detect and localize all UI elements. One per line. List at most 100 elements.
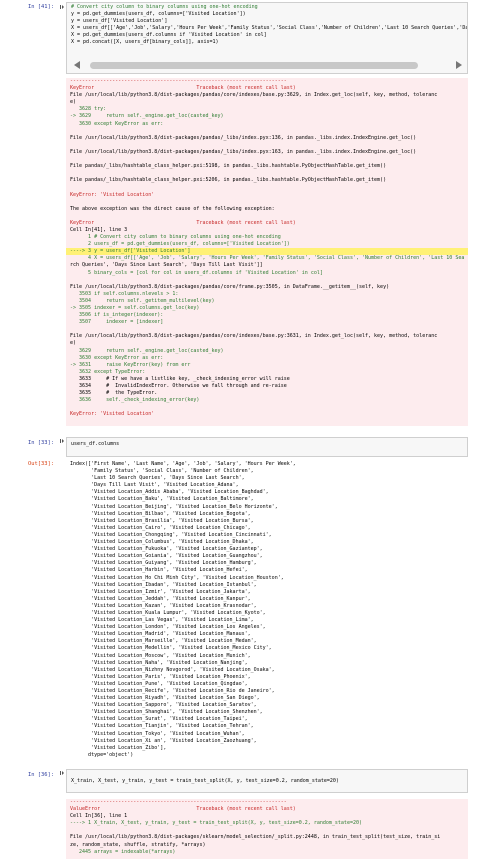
cell-prompt: Out[33]: <box>28 461 54 467</box>
output-line: 'Family Status', 'Social Class', 'Number… <box>70 468 254 475</box>
error-line: 3503 if self.columns.nlevels > 1: <box>70 290 179 297</box>
scroll-left-icon[interactable] <box>74 61 80 69</box>
output-line: 'Visited Location_Las Vegas', 'Visited L… <box>70 617 254 624</box>
error-line: 3634 # InvalidIndexError. Otherwise we f… <box>70 383 287 390</box>
error-line: KeyError: 'Visited Location' <box>70 411 155 418</box>
error-line <box>66 199 468 206</box>
output-line: 'Visited Location_Paris', 'Visited Locat… <box>70 673 251 680</box>
output-line: 'Visited Location_Columbus', 'Visited Lo… <box>70 539 254 546</box>
error-line: Cell In[41], line 3 <box>70 226 128 233</box>
output-line: 'Visited Location_Sapporo', 'Visited Loc… <box>70 702 257 709</box>
error-line <box>66 326 468 333</box>
error-line: -> 3629 return self._engine.get_loc(cast… <box>70 113 224 120</box>
error-line: 3633 # If we have a listlike key, _check… <box>70 375 290 382</box>
error-line <box>66 827 468 834</box>
error-line: rch Queries', 'Days Since Last Search', … <box>70 262 263 269</box>
error-line: KeyError Traceback (most recent call las… <box>70 85 296 92</box>
run-marker-icon[interactable] <box>60 4 64 10</box>
error-line <box>66 142 468 149</box>
error-line: 3632 except TypeError: <box>70 368 146 375</box>
output-line: 'Visited Location_Nizhny Novgorod', 'Vis… <box>70 666 275 673</box>
error-line: 3635 # the TypeError. <box>70 390 158 397</box>
error-line: File /usr/local/lib/python3.8/dist-packa… <box>70 92 438 99</box>
cell-prompt: In [36]: <box>28 772 54 778</box>
output-line: 'Visited Location_Tokyo', 'Visited Locat… <box>70 730 245 737</box>
error-line: KeyError Traceback (most recent call las… <box>70 219 296 226</box>
horizontal-scrollbar[interactable] <box>72 61 466 70</box>
error-line: ----------------------------------------… <box>70 799 287 805</box>
error-line: 3630 except KeyError as err: <box>70 120 164 127</box>
error-line: File /usr/local/lib/python3.8/dist-packa… <box>70 333 438 340</box>
code-line: users_df.columns <box>71 441 120 447</box>
error-line: 3628 try: <box>70 106 107 113</box>
error-line: The above exception was the direct cause… <box>70 205 275 212</box>
error-line: 4 X = users_df[['Age', 'Job', 'Salary', … <box>70 255 465 262</box>
scroll-thumb[interactable] <box>90 62 418 69</box>
output-line: 'Visited Location_Fukuoka', 'Visited Loc… <box>70 546 263 553</box>
output-line: dtype='object') <box>70 751 134 758</box>
output-line: 'Visited Location_Xi an', 'Visited Locat… <box>70 737 257 744</box>
error-line: 3629 return self._engine.get_loc(casted_… <box>70 347 224 354</box>
error-line: -> 3505 indexer = self.columns.get_loc(k… <box>70 305 200 311</box>
output-line: 'Visited Location_Beijing', 'Visited Loc… <box>70 503 278 510</box>
error-line: File /usr/local/lib/python3.8/dist-packa… <box>70 834 441 841</box>
cell-output: Index(['First Name', 'Last Name', 'Age',… <box>66 461 468 761</box>
error-output: ----------------------------------------… <box>66 799 468 859</box>
output-line: 'Visited Location_Guiyang', 'Visited Loc… <box>70 560 257 567</box>
cell-prompt: In [41]: <box>28 4 54 10</box>
error-line: e) <box>70 340 77 347</box>
output-line: 'Visited Location_Brasilia', 'Visited Lo… <box>70 517 254 524</box>
output-line: 'Visited Location_Kazan', 'Visited Locat… <box>70 602 257 609</box>
output-line: 'Visited Location_London', 'Visited Loca… <box>70 624 266 631</box>
code-input[interactable]: X_train, X_test, y_train, y_test = train… <box>66 769 468 793</box>
error-line: File pandas/_libs/hashtable_class_helper… <box>70 177 387 184</box>
output-line: 'Visited Location_Goiania', 'Visited Loc… <box>70 553 263 560</box>
output-line: 'Visited Location_Kuala Lumpur', 'Visite… <box>70 609 266 616</box>
error-line <box>66 404 468 411</box>
error-line: 3504 return self._getitem_multilevel(key… <box>70 297 215 304</box>
output-line: 'Visited Location_Pune', 'Visited Locati… <box>70 680 248 687</box>
error-line: 3630 except KeyError as err: <box>70 354 164 361</box>
code-line: y = users_df['Visited Location'] <box>71 18 168 25</box>
error-line: Cell In[36], line 1 <box>70 813 128 820</box>
error-line: File /usr/local/lib/python3.8/dist-packa… <box>70 148 417 155</box>
error-line: 3636 self._check_indexing_error(key) <box>70 397 200 404</box>
error-line: File pandas/_libs/hashtable_class_helper… <box>70 163 387 170</box>
output-line: 'Last 10 Search Queries', 'Days Since La… <box>70 475 245 482</box>
error-line: 3506 if is_integer(indexer): <box>70 312 164 319</box>
run-marker-icon[interactable] <box>60 770 64 776</box>
output-line: 'Visited Location_Medellin', 'Visited Lo… <box>70 645 272 652</box>
error-line: ValueError Traceback (most recent call l… <box>70 806 296 813</box>
error-line: 3507 indexer = [indexer] <box>70 319 164 326</box>
scroll-right-icon[interactable] <box>456 61 462 69</box>
error-line <box>66 128 468 135</box>
output-line: 'Visited Location_Marseille', 'Visited L… <box>70 638 257 645</box>
output-line: 'Visited Location_Riyadh', 'Visited Loca… <box>70 695 260 702</box>
code-input[interactable]: users_df.columns <box>66 437 468 457</box>
output-line: 'Visited Location_Jeddah', 'Visited Loca… <box>70 595 251 602</box>
output-line: 'Visited Location_Baku', 'Visited Locati… <box>70 496 254 503</box>
code-line: X = pd.get_dummies(users_df.columns if '… <box>71 32 267 39</box>
output-line: 'Visited Location_Naha', 'Visited Locati… <box>70 659 248 666</box>
error-line: 2 users_df = pd.get_dummies(users_df, co… <box>70 241 290 248</box>
error-line: 2445 arrays = indexable(*arrays) <box>70 848 176 855</box>
error-line <box>66 170 468 177</box>
error-line: File /usr/local/lib/python3.8/dist-packa… <box>70 283 390 290</box>
cell-prompt: In [33]: <box>28 440 54 446</box>
output-line: 'Visited Location_Ho Chi Minh City', 'Vi… <box>70 574 284 581</box>
code-line: X = users_df[['Age','Job','Salary','Hour… <box>71 25 467 32</box>
output-line: 'Visited Location_Chongqing', 'Visited L… <box>70 531 272 538</box>
error-line <box>66 184 468 191</box>
output-line: 'Days Till Last Visit', 'Visited Locatio… <box>70 482 239 489</box>
output-line: 'Visited Location_Zibo'], <box>70 744 167 751</box>
output-line: 'Visited Location_Moscow', 'Visited Loca… <box>70 652 251 659</box>
output-line: 'Visited Location_Harbin', 'Visited Loca… <box>70 567 248 574</box>
error-line: -> 3631 raise KeyError(key) from err <box>70 361 191 368</box>
output-line: Index(['First Name', 'Last Name', 'Age',… <box>70 461 296 467</box>
output-line: 'Visited Location_Surat', 'Visited Locat… <box>70 716 248 723</box>
error-line: ----> 3 y = users_df['Visited Location'] <box>66 248 468 256</box>
output-line: 'Visited Location_Tianjin', 'Visited Loc… <box>70 723 254 730</box>
output-line: 'Visited Location_Madrid', 'Visited Loca… <box>70 631 251 638</box>
run-marker-icon[interactable] <box>60 438 64 444</box>
output-line: 'Visited Location_Recife', 'Visited Loca… <box>70 688 275 694</box>
